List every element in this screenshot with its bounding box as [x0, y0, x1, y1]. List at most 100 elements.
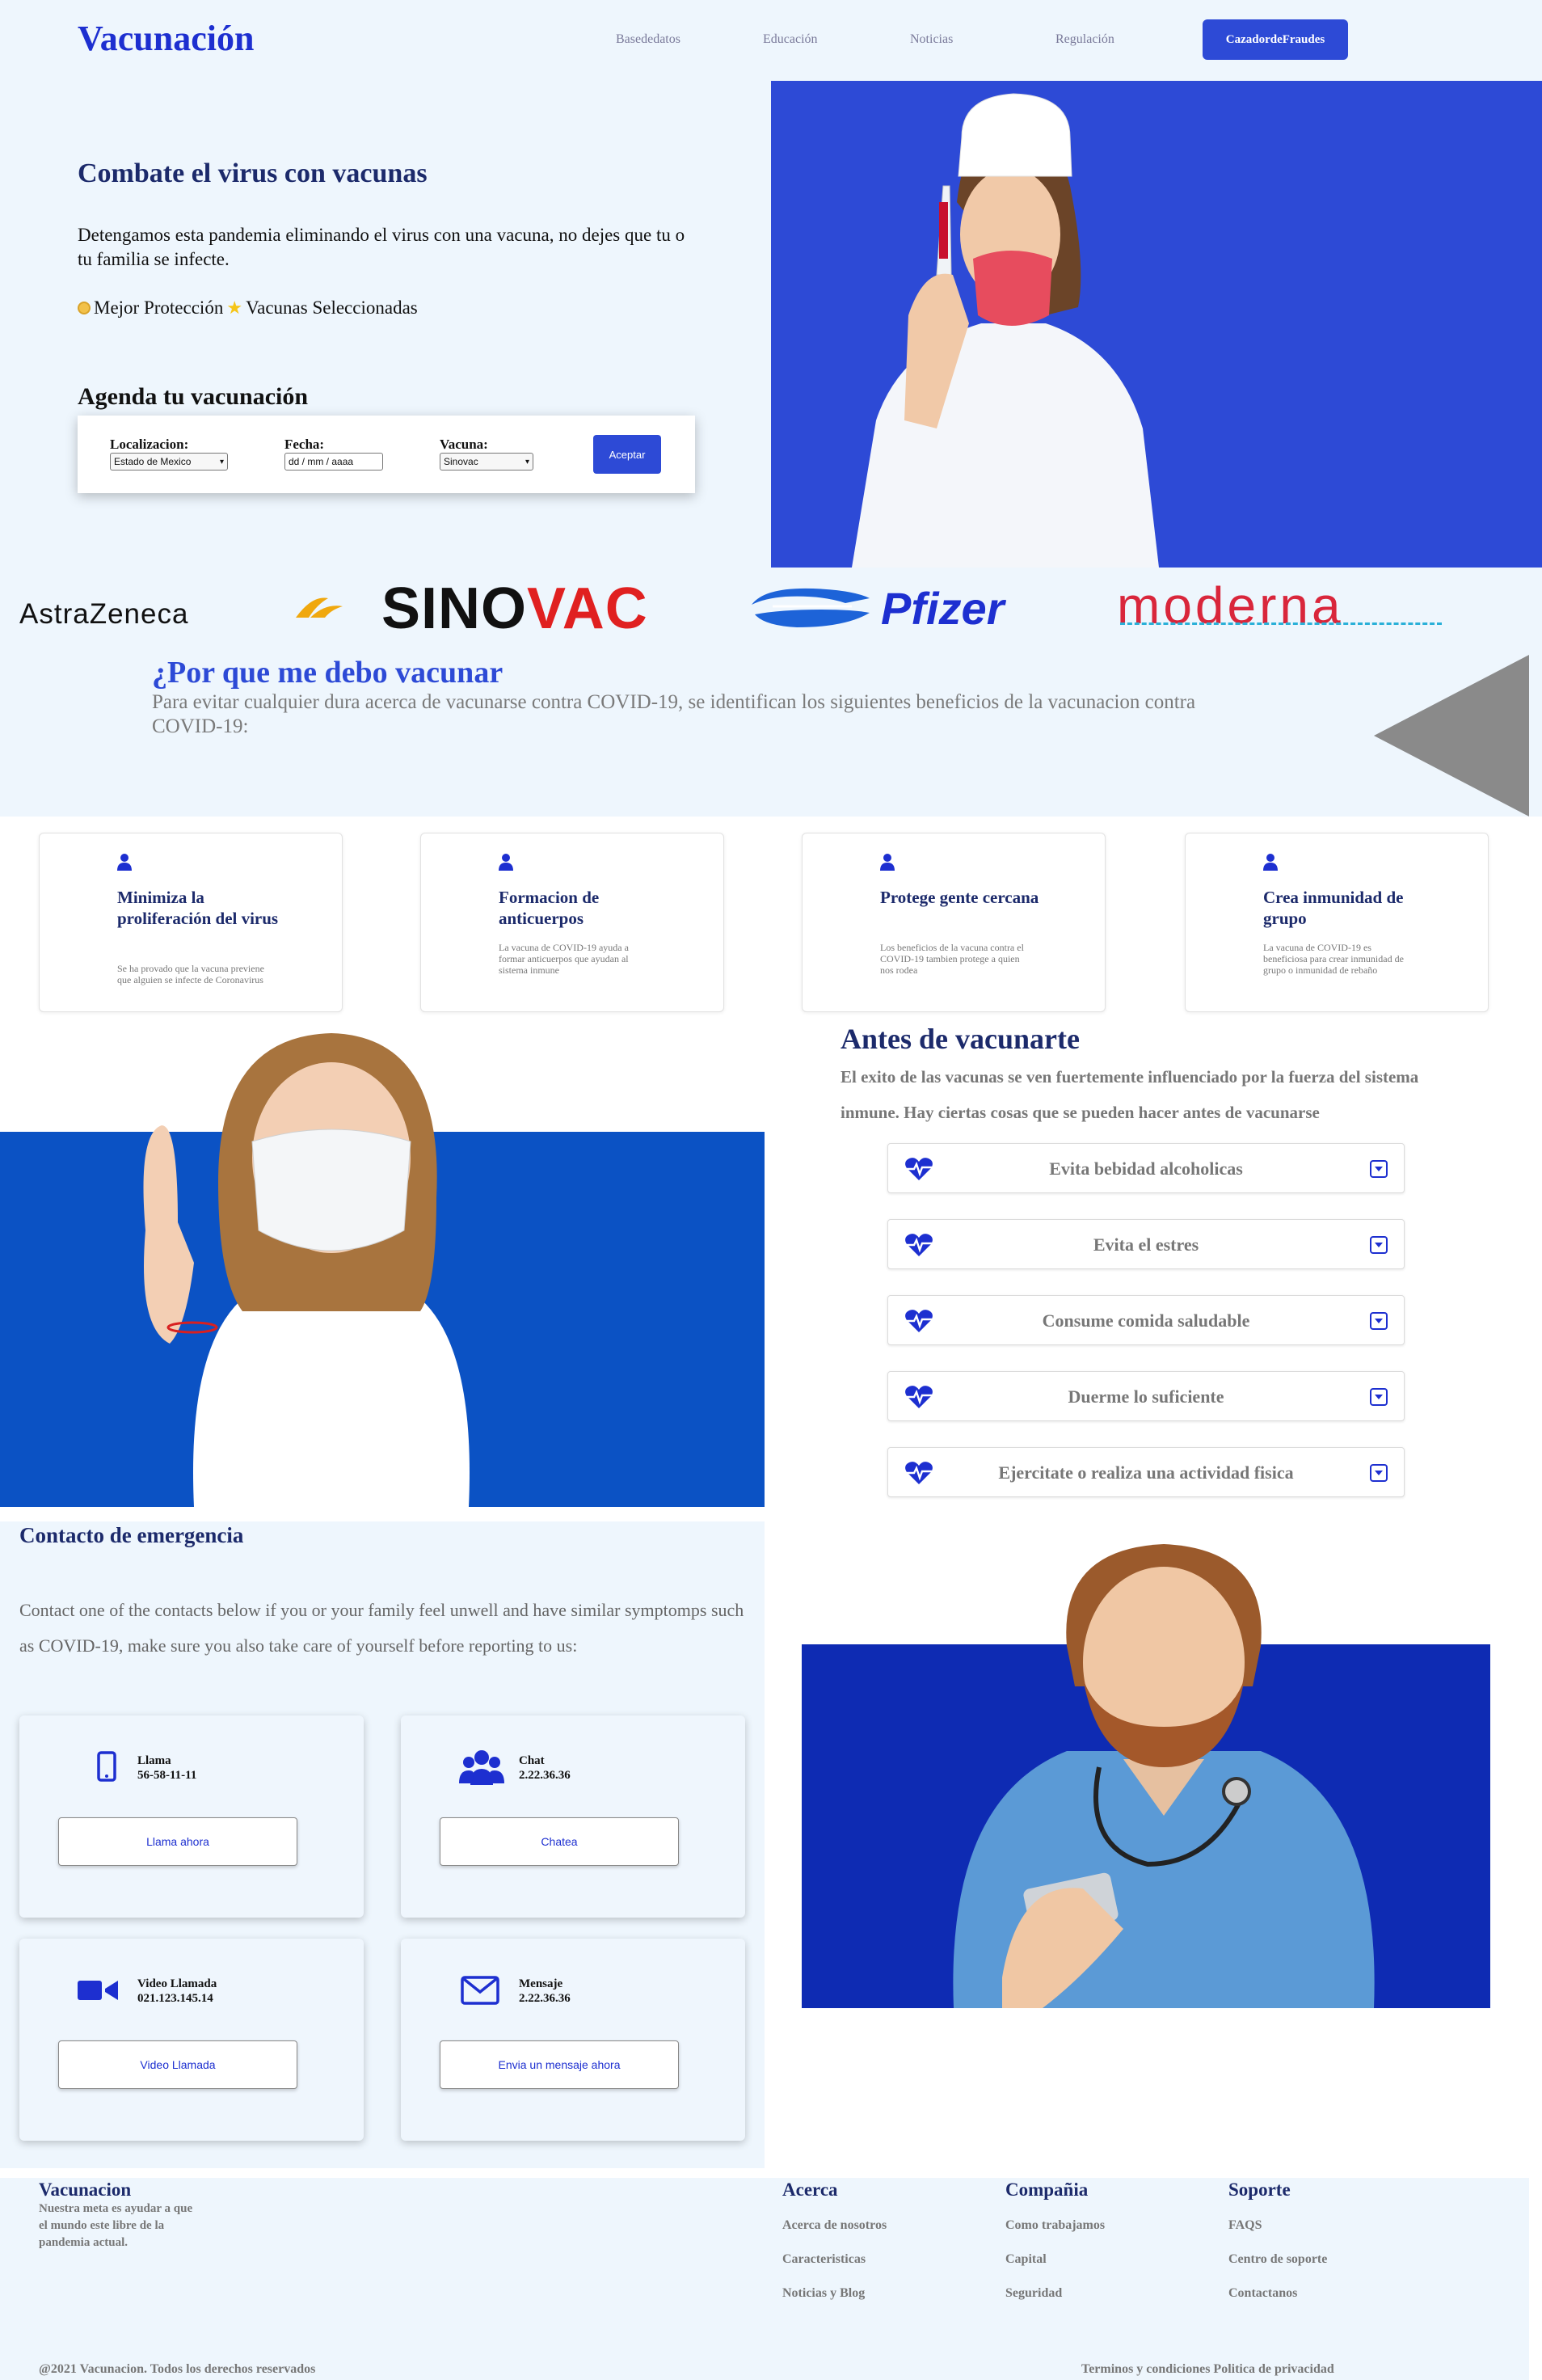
- benefit-text: Se ha provado que la vacuna previene que…: [117, 963, 264, 985]
- video-call-button[interactable]: Video Llamada: [58, 2040, 297, 2089]
- benefit-text: La vacuna de COVID-19 ayuda a formar ant…: [499, 942, 629, 976]
- astrazeneca-logo-icon: [293, 593, 344, 622]
- contact-title: Llama: [137, 1754, 171, 1767]
- contact-value: 56-58-11-11: [137, 1769, 197, 1782]
- footer-link[interactable]: Seguridad: [1005, 2286, 1062, 2301]
- nav-link-regulation[interactable]: Regulación: [1055, 32, 1114, 47]
- footer-link[interactable]: Como trabajamos: [1005, 2218, 1105, 2233]
- date-placeholder: dd / mm / aaaa: [289, 456, 354, 467]
- location-select[interactable]: Estado de Mexico ▾: [110, 453, 228, 471]
- contact-card-message: Mensaje 2.22.36.36 Envia un mensaje ahor…: [401, 1939, 745, 2141]
- benefit-title: Formacion de anticuerpos: [499, 888, 600, 928]
- contact-value: 2.22.36.36: [519, 1769, 571, 1782]
- footer-link[interactable]: Caracteristicas: [782, 2252, 866, 2267]
- brand-sinovac: SINOVAC: [381, 576, 648, 641]
- accordion-label: Duerme lo suficiente: [1068, 1386, 1224, 1407]
- why-vaccinate-description: Para evitar cualquier dura acerca de vac…: [152, 691, 1196, 737]
- vaccine-label: Vacuna:: [440, 437, 488, 452]
- chevron-down-icon[interactable]: [1370, 1464, 1388, 1482]
- benefit-card: Minimiza la proliferación del virus Se h…: [39, 833, 343, 1012]
- site-logo[interactable]: Vacunación: [78, 18, 254, 59]
- accordion-item[interactable]: Evita bebidad alcoholicas: [887, 1143, 1405, 1193]
- accordion-label: Ejercitate o realiza una actividad fisic…: [998, 1462, 1294, 1483]
- user-icon: [1262, 853, 1279, 871]
- phone-icon: [78, 1748, 123, 1787]
- decorative-triangle: [1374, 655, 1529, 817]
- brand-pfizer: Pfizer: [881, 583, 1005, 634]
- chevron-down-icon: ▾: [525, 457, 529, 466]
- heartbeat-icon: [904, 1309, 933, 1333]
- chevron-down-icon[interactable]: [1370, 1160, 1388, 1178]
- chevron-down-icon[interactable]: [1370, 1236, 1388, 1254]
- heartbeat-icon: [904, 1461, 933, 1485]
- call-now-button[interactable]: Llama ahora: [58, 1817, 297, 1866]
- heartbeat-icon: [904, 1233, 933, 1257]
- accordion-item[interactable]: Ejercitate o realiza una actividad fisic…: [887, 1447, 1405, 1497]
- benefit-title: Minimiza la proliferación del virus: [117, 888, 279, 928]
- hero-badges: Mejor Protección ★ Vacunas Seleccionadas: [78, 298, 418, 319]
- benefit-text: La vacuna de COVID-19 es beneficiosa par…: [1263, 942, 1404, 976]
- users-icon: [459, 1748, 504, 1787]
- user-icon: [497, 853, 515, 871]
- accordion-item[interactable]: Duerme lo suficiente: [887, 1371, 1405, 1421]
- contact-card-video: Video Llamada 021.123.145.14 Video Llama…: [19, 1939, 364, 2141]
- badge-best-protection: Mejor Protección: [94, 298, 224, 318]
- nav-link-database[interactable]: Basededatos: [616, 32, 680, 47]
- footer-link[interactable]: Noticias y Blog: [782, 2286, 865, 2301]
- accept-button[interactable]: Aceptar: [593, 435, 661, 474]
- emergency-title: Contacto de emergencia: [19, 1523, 244, 1547]
- envelope-icon: [459, 1971, 504, 2010]
- contact-title: Mensaje: [519, 1977, 563, 1990]
- vaccine-value: Sinovac: [444, 456, 478, 467]
- hero-title: Combate el virus con vacunas: [78, 158, 428, 188]
- footer-mission: Nuestra meta es ayudar a que el mundo es…: [39, 2202, 193, 2249]
- heartbeat-icon: [904, 1157, 933, 1181]
- terms-link[interactable]: Terminos y condiciones: [1081, 2362, 1210, 2376]
- footer-column-title: Acerca: [782, 2180, 838, 2200]
- footer-link[interactable]: Centro de soporte: [1228, 2252, 1327, 2267]
- legal-links: Terminos y condiciones Politica de priva…: [1081, 2362, 1334, 2377]
- footer-brand: Vacunacion: [39, 2180, 132, 2200]
- chat-button[interactable]: Chatea: [440, 1817, 679, 1866]
- pfizer-logo-icon: [748, 585, 874, 631]
- send-message-button[interactable]: Envia un mensaje ahora: [440, 2040, 679, 2089]
- location-label: Localizacion:: [110, 437, 189, 452]
- accordion-label: Consume comida saludable: [1042, 1310, 1250, 1331]
- before-vaccinating-description: El exito de las vacunas se ven fuertemen…: [841, 1067, 1419, 1122]
- footer-link[interactable]: Contactanos: [1228, 2286, 1297, 2301]
- before-vaccinating-title: Antes de vacunarte: [841, 1023, 1080, 1055]
- brand-astrazeneca: AstraZeneca: [19, 598, 189, 630]
- accordion-label: Evita el estres: [1093, 1234, 1199, 1255]
- date-input[interactable]: dd / mm / aaaa: [284, 453, 383, 471]
- accordion-item[interactable]: Evita el estres: [887, 1219, 1405, 1269]
- video-camera-icon: [78, 1971, 123, 2010]
- vaccine-select[interactable]: Sinovac ▾: [440, 453, 533, 471]
- footer-link[interactable]: Capital: [1005, 2252, 1047, 2267]
- nurse-hero-image: [771, 81, 1542, 568]
- schedule-form: Localizacion: Estado de Mexico ▾ Fecha: …: [78, 416, 695, 493]
- benefit-title: Protege gente cercana: [880, 888, 1039, 907]
- doctor-image: [905, 1525, 1422, 2008]
- copyright: @2021 Vacunacion. Todos los derechos res…: [39, 2362, 316, 2376]
- nav-link-education[interactable]: Educación: [763, 32, 818, 47]
- hero-description: Detengamos esta pandemia eliminando el v…: [78, 225, 685, 269]
- privacy-link[interactable]: Politica de privacidad: [1213, 2362, 1333, 2376]
- footer-column-title: Compañia: [1005, 2180, 1089, 2200]
- fraud-hunter-button[interactable]: CazadordeFraudes: [1203, 19, 1348, 60]
- nav-link-news[interactable]: Noticias: [910, 32, 953, 47]
- chevron-down-icon[interactable]: [1370, 1312, 1388, 1330]
- contact-value: 021.123.145.14: [137, 1992, 213, 2005]
- chevron-down-icon: ▾: [219, 457, 224, 466]
- schedule-title: Agenda tu vacunación: [78, 383, 309, 410]
- contact-title: Video Llamada: [137, 1977, 217, 1990]
- user-icon: [116, 853, 133, 871]
- accordion-item[interactable]: Consume comida saludable: [887, 1295, 1405, 1345]
- footer-link[interactable]: FAQS: [1228, 2218, 1262, 2233]
- footer-link[interactable]: Acerca de nosotros: [782, 2218, 887, 2233]
- benefit-card: Formacion de anticuerpos La vacuna de CO…: [420, 833, 724, 1012]
- star-icon: ★: [226, 298, 243, 318]
- contact-card-call: Llama 56-58-11-11 Llama ahora: [19, 1715, 364, 1918]
- date-label: Fecha:: [284, 437, 325, 452]
- chevron-down-icon[interactable]: [1370, 1388, 1388, 1406]
- location-value: Estado de Mexico: [114, 456, 192, 467]
